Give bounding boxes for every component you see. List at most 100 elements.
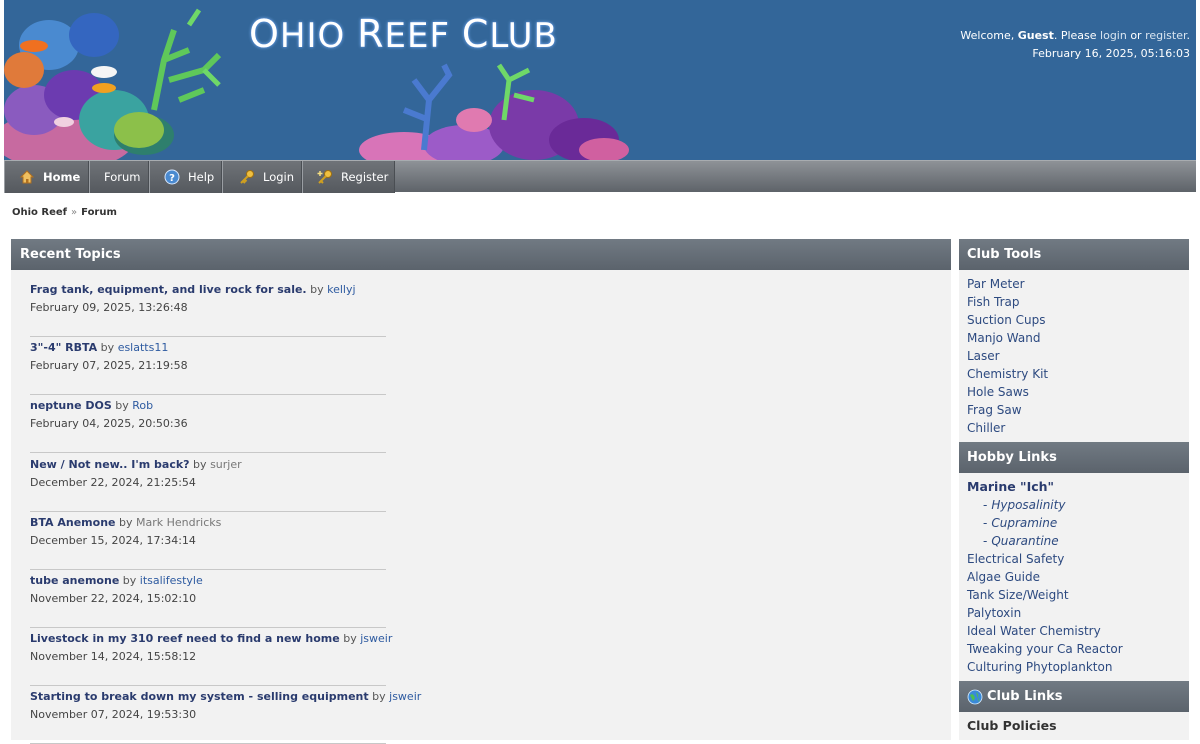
register-link[interactable]: register: [1145, 29, 1186, 42]
topic-item: tube anemone by itsalifestyle November 2…: [30, 570, 386, 628]
topic-by: by: [189, 458, 211, 471]
breadcrumb-separator: »: [71, 207, 78, 218]
dash-glyph: -: [983, 516, 988, 530]
ich-sub-link[interactable]: Quarantine: [991, 534, 1058, 548]
topic-title[interactable]: neptune DOS: [30, 399, 112, 412]
club-policies-link[interactable]: Club Policies: [967, 717, 1181, 735]
topic-item: Frag tank, equipment, and live rock for …: [30, 279, 386, 337]
topic-item: neptune DOS by Rob February 04, 2025, 20…: [30, 395, 386, 453]
dash-glyph: -: [983, 498, 988, 512]
topic-title[interactable]: Starting to break down my system - selli…: [30, 690, 369, 703]
topic-title[interactable]: BTA Anemone: [30, 516, 116, 529]
hobby-link[interactable]: Culturing Phytoplankton: [967, 658, 1181, 676]
topic-user[interactable]: jsweir: [389, 690, 421, 703]
nav-home[interactable]: Home: [4, 161, 89, 193]
club-tool-link[interactable]: Hole Saws: [967, 383, 1181, 401]
topic-title[interactable]: tube anemone: [30, 574, 119, 587]
user-box: Welcome, Guest. Please login or register…: [960, 27, 1190, 63]
topic-date: December 22, 2024, 21:25:54: [30, 476, 196, 489]
recent-topics-panel: Recent Topics Frag tank, equipment, and …: [11, 239, 951, 744]
breadcrumb-home[interactable]: Ohio Reef: [12, 207, 67, 218]
nav-login-label: Login: [263, 170, 295, 184]
topic-by: by: [111, 399, 133, 412]
ich-sub-item: - Quarantine: [967, 532, 1181, 550]
topic-user[interactable]: itsalifestyle: [140, 574, 203, 587]
hobby-links-heading: Hobby Links: [959, 442, 1189, 473]
topic-date: February 09, 2025, 13:26:48: [30, 301, 188, 314]
hobby-link[interactable]: Tank Size/Weight: [967, 586, 1181, 604]
club-links-heading: Club Links: [987, 689, 1063, 704]
topic-user[interactable]: eslatts11: [118, 341, 169, 354]
topic-by: by: [339, 632, 361, 645]
period: .: [1186, 29, 1191, 42]
hobby-link[interactable]: Palytoxin: [967, 604, 1181, 622]
sidebar: Club Tools Par Meter Fish Trap Suction C…: [959, 239, 1189, 740]
breadcrumb-forum[interactable]: Forum: [81, 207, 117, 218]
key-icon: [240, 170, 254, 184]
globe-icon: [967, 689, 983, 704]
topic-title[interactable]: Livestock in my 310 reef need to find a …: [30, 632, 340, 645]
topic-by: by: [368, 690, 390, 703]
club-links-list: Club Policies: [959, 712, 1189, 735]
title-cap-2: R: [357, 12, 385, 56]
club-tool-link[interactable]: Suction Cups: [967, 311, 1181, 329]
topic-user: Mark Hendricks: [136, 516, 222, 529]
welcome-line: Welcome, Guest. Please login or register…: [960, 27, 1190, 45]
main-nav: Home Forum ? Help Login Register: [4, 160, 1196, 193]
recent-topics-heading: Recent Topics: [11, 239, 951, 270]
title-cap-1: O: [249, 12, 280, 56]
login-link[interactable]: login: [1100, 29, 1127, 42]
club-tool-link[interactable]: Fish Trap: [967, 293, 1181, 311]
nav-register-label: Register: [341, 170, 389, 184]
club-tool-link[interactable]: Chiller: [967, 419, 1181, 437]
club-tool-link[interactable]: Frag Saw: [967, 401, 1181, 419]
topic-date: February 07, 2025, 21:19:58: [30, 359, 188, 372]
topic-item: Livestock in my 310 reef need to find a …: [30, 628, 392, 686]
topic-date: November 22, 2024, 15:02:10: [30, 592, 197, 605]
hobby-link[interactable]: Electrical Safety: [967, 550, 1181, 568]
nav-login[interactable]: Login: [222, 161, 302, 193]
club-tools-heading: Club Tools: [959, 239, 1189, 270]
topic-by: by: [97, 341, 118, 354]
ich-sub-item: - Hyposalinity: [967, 496, 1181, 514]
topic-date: November 14, 2024, 15:58:12: [30, 650, 197, 663]
nav-help[interactable]: ? Help: [149, 161, 222, 193]
site-header: OHIO REEF CLUB Welcome, Guest. Please lo…: [4, 0, 1196, 160]
help-icon: ?: [164, 169, 180, 185]
club-tool-link[interactable]: Manjo Wand: [967, 329, 1181, 347]
ich-sub-link[interactable]: Hyposalinity: [991, 498, 1065, 512]
title-cap-3: C: [461, 12, 490, 56]
site-title: OHIO REEF CLUB: [249, 12, 558, 56]
topic-by: by: [119, 574, 140, 587]
ich-sub-link[interactable]: Cupramine: [991, 516, 1057, 530]
breadcrumb: Ohio Reef » Forum: [12, 207, 117, 218]
topic-date: February 04, 2025, 20:50:36: [30, 417, 188, 430]
marine-ich-link[interactable]: Marine "Ich": [967, 478, 1181, 496]
club-tool-link[interactable]: Par Meter: [967, 275, 1181, 293]
title-rest-3: LUB: [489, 16, 558, 56]
key-add-icon: [317, 170, 332, 184]
hobby-link[interactable]: Algae Guide: [967, 568, 1181, 586]
topic-user[interactable]: Rob: [132, 399, 153, 412]
hobby-link[interactable]: Ideal Water Chemistry: [967, 622, 1181, 640]
club-links-header: Club Links: [959, 681, 1189, 712]
title-rest-2: EEF: [384, 16, 462, 56]
hobby-links-list: Marine "Ich" - Hyposalinity - Cupramine -Q…: [959, 473, 1189, 681]
topic-title[interactable]: Frag tank, equipment, and live rock for …: [30, 283, 307, 296]
club-tool-link[interactable]: Laser: [967, 347, 1181, 365]
topic-user[interactable]: kellyj: [327, 283, 355, 296]
topic-by: by: [115, 516, 136, 529]
or-text: or: [1126, 29, 1146, 42]
hobby-link[interactable]: Tweaking your Ca Reactor: [967, 640, 1181, 658]
nav-register[interactable]: Register: [302, 161, 395, 193]
topic-item: BTA Anemone by Mark Hendricks December 1…: [30, 512, 386, 570]
title-rest-1: HIO: [279, 16, 358, 56]
topic-user[interactable]: jsweir: [360, 632, 392, 645]
club-tool-link[interactable]: Chemistry Kit: [967, 365, 1181, 383]
topic-title[interactable]: 3"-4" RBTA: [30, 341, 97, 354]
topic-item: New / Not new.. I'm back? by surjer Dece…: [30, 454, 386, 512]
nav-forum[interactable]: Forum: [89, 161, 149, 193]
topic-by: by: [306, 283, 328, 296]
topic-date: November 07, 2024, 19:53:30: [30, 708, 197, 721]
topic-title[interactable]: New / Not new.. I'm back?: [30, 458, 190, 471]
